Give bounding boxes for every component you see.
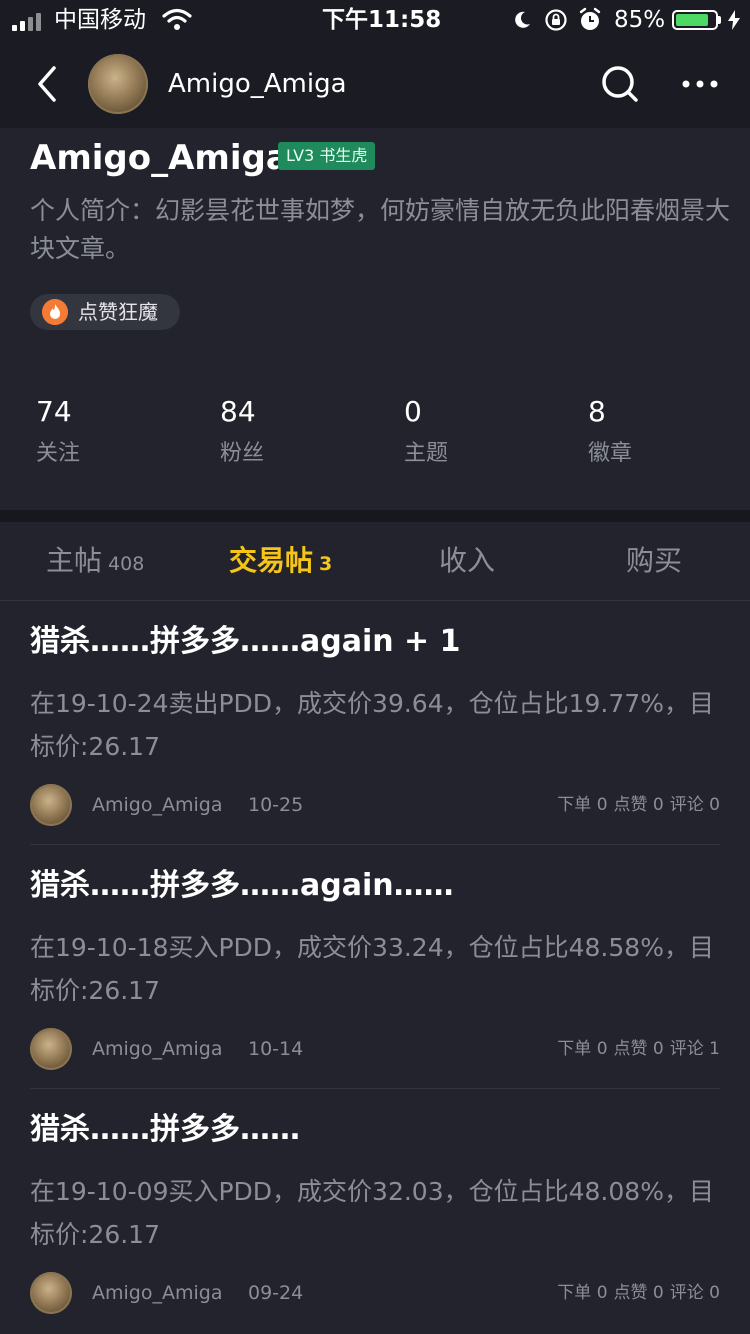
- stat-value: 84: [220, 395, 256, 428]
- stat-followers[interactable]: 84 粉丝: [220, 392, 340, 474]
- tab-purchases[interactable]: 购买: [626, 522, 682, 600]
- post-meta: Amigo_Amiga 10-14 下单 0 点赞 0 评论 1: [30, 1026, 720, 1076]
- post-date: 09-24: [248, 1282, 304, 1304]
- more-icon[interactable]: [680, 74, 720, 94]
- stat-value: 0: [404, 395, 422, 428]
- tab-count: 3: [319, 553, 333, 575]
- signal-icon: [12, 11, 48, 31]
- tab-income[interactable]: 收入: [439, 522, 495, 600]
- like-count: 点赞 0: [613, 795, 664, 815]
- post-divider: [30, 1088, 720, 1089]
- post-meta: Amigo_Amiga 09-24 下单 0 点赞 0 评论 0: [30, 1270, 720, 1320]
- status-time: 下午11:58: [322, 7, 442, 33]
- section-divider: [0, 510, 750, 522]
- tab-label: 购买: [626, 544, 683, 577]
- stat-badges[interactable]: 8 徽章: [588, 392, 708, 474]
- tab-count: 408: [108, 553, 145, 575]
- order-count: 下单 0: [557, 1283, 608, 1303]
- avatar[interactable]: [30, 1272, 72, 1314]
- tab-bar: 主帖 408 交易帖 3 收入 购买: [0, 522, 750, 600]
- profile-name: Amigo_Amiga: [30, 138, 289, 178]
- battery-percent: 85%: [614, 7, 666, 33]
- back-arrow-icon[interactable]: [30, 62, 70, 106]
- like-count: 点赞 0: [613, 1283, 664, 1303]
- post-meta: Amigo_Amiga 10-25 下单 0 点赞 0 评论 0: [30, 782, 720, 832]
- comment-count: 评论 1: [669, 1039, 720, 1059]
- order-count: 下单 0: [557, 1039, 608, 1059]
- nav-title: Amigo_Amiga: [168, 69, 347, 99]
- charging-icon: [728, 10, 740, 30]
- avatar[interactable]: [88, 54, 148, 114]
- comment-count: 评论 0: [669, 795, 720, 815]
- post-stats: 下单 0 点赞 0 评论 1: [551, 1036, 720, 1062]
- post-item[interactable]: 猎杀……拼多多……again + 1 在19-10-24卖出PDD，成交价39.…: [30, 620, 720, 832]
- battery-icon: [672, 10, 718, 30]
- carrier-name: 中国移动: [54, 7, 146, 33]
- post-author[interactable]: Amigo_Amiga: [92, 792, 222, 818]
- post-date: 10-25: [248, 794, 304, 816]
- avatar[interactable]: [30, 784, 72, 826]
- post-author[interactable]: Amigo_Amiga: [92, 1036, 222, 1062]
- stat-label: 徽章: [588, 441, 633, 466]
- stat-topics[interactable]: 0 主题: [404, 392, 524, 474]
- stat-value: 74: [36, 395, 72, 428]
- profile-bio: 个人简介：幻影昙花世事如梦，何妨豪情自放无负此阳春烟景大块文章。: [30, 196, 731, 263]
- like-count: 点赞 0: [613, 1039, 664, 1059]
- stat-following[interactable]: 74 关注: [36, 392, 156, 474]
- avatar[interactable]: [30, 1028, 72, 1070]
- post-title: 猎杀……拼多多……again……: [30, 868, 454, 903]
- tab-label: 交易帖: [229, 544, 314, 577]
- tab-main-posts[interactable]: 主帖 408: [46, 522, 144, 600]
- post-title: 猎杀……拼多多……: [30, 1112, 300, 1147]
- post-divider: [30, 844, 720, 845]
- battery-level: [676, 14, 709, 26]
- stat-label: 主题: [404, 441, 449, 466]
- stat-value: 8: [588, 395, 606, 428]
- moon-icon: [515, 11, 530, 28]
- post-summary: 在19-10-18买入PDD，成交价33.24，仓位占比48.58%，目标价:2…: [30, 933, 714, 1005]
- post-author[interactable]: Amigo_Amiga: [92, 1280, 222, 1306]
- flame-icon: [42, 299, 68, 325]
- level-badge[interactable]: LV3 书生虎: [278, 142, 376, 170]
- tab-divider: [0, 600, 750, 601]
- search-icon[interactable]: [600, 64, 640, 104]
- post-title: 猎杀……拼多多……again + 1: [30, 624, 461, 659]
- post-summary: 在19-10-24卖出PDD，成交价39.64，仓位占比19.77%，目标价:2…: [30, 689, 714, 761]
- order-count: 下单 0: [557, 795, 608, 815]
- stat-label: 关注: [36, 441, 81, 466]
- status-bar: 中国移动 下午11:58 85%: [0, 0, 750, 40]
- post-date: 10-14: [248, 1038, 304, 1060]
- nav-bar: Amigo_Amiga: [0, 40, 750, 128]
- honor-chip[interactable]: 点赞狂魔: [30, 294, 180, 330]
- tab-label: 收入: [439, 544, 496, 577]
- post-stats: 下单 0 点赞 0 评论 0: [551, 792, 720, 818]
- tab-label: 主帖: [46, 544, 103, 577]
- honor-chip-label: 点赞狂魔: [78, 300, 158, 324]
- tab-trade-posts[interactable]: 交易帖 3: [229, 522, 332, 600]
- rotation-lock-icon: [545, 9, 567, 31]
- comment-count: 评论 0: [669, 1283, 720, 1303]
- wifi-icon: [162, 8, 192, 30]
- battery-cap: [718, 16, 721, 24]
- stat-label: 粉丝: [220, 441, 265, 466]
- post-item[interactable]: 猎杀……拼多多…… 在19-10-09买入PDD，成交价32.03，仓位占比48…: [30, 1108, 720, 1320]
- post-summary: 在19-10-09买入PDD，成交价32.03，仓位占比48.08%，目标价:2…: [30, 1177, 714, 1249]
- post-item[interactable]: 猎杀……拼多多……again…… 在19-10-18买入PDD，成交价33.24…: [30, 864, 720, 1076]
- post-stats: 下单 0 点赞 0 评论 0: [551, 1280, 720, 1306]
- alarm-icon: [579, 7, 601, 30]
